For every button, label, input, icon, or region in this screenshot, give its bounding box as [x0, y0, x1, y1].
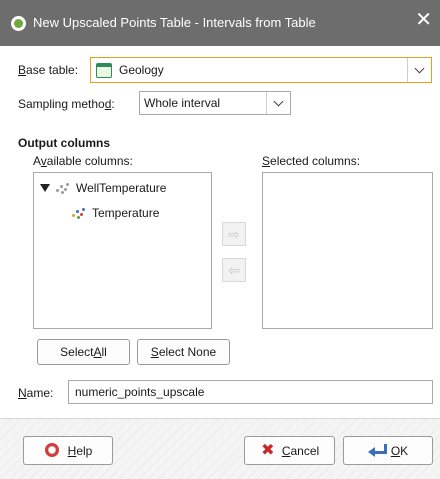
name-field-value: numeric_points_upscale — [75, 385, 205, 399]
table-icon — [96, 62, 112, 78]
selected-columns-list[interactable] — [262, 172, 433, 329]
chevron-down-icon — [414, 63, 425, 73]
available-columns-label: Available columns: — [33, 154, 133, 168]
select-none-button[interactable]: Select None — [137, 339, 230, 365]
available-columns-list[interactable]: WellTemperature Temperature — [33, 172, 212, 329]
window-title: New Upscaled Points Table - Intervals fr… — [33, 15, 316, 30]
title-bar: New Upscaled Points Table - Intervals fr… — [0, 0, 440, 46]
numeric-points-icon — [72, 207, 86, 219]
sampling-method-label: Sampling method: — [18, 97, 115, 111]
base-table-select[interactable]: Geology — [90, 57, 432, 83]
name-label: Name: — [18, 386, 54, 400]
points-icon — [56, 182, 70, 194]
select-all-button[interactable]: Select All — [37, 339, 130, 365]
tree-item-welltemperature[interactable]: WellTemperature — [40, 181, 166, 195]
add-column-button[interactable]: ⇨ — [222, 222, 246, 246]
output-columns-title: Output columns — [18, 136, 110, 150]
app-logo-icon — [11, 16, 26, 31]
name-field[interactable]: numeric_points_upscale — [68, 380, 433, 404]
arrow-right-icon: ⇨ — [228, 225, 240, 242]
base-table-label: Base table: — [18, 63, 79, 77]
sampling-method-select[interactable]: Whole interval — [139, 91, 291, 115]
sampling-method-dropdown-button[interactable] — [266, 92, 290, 114]
sampling-method-value: Whole interval — [144, 96, 221, 110]
cancel-icon: ✖ — [261, 441, 275, 459]
base-table-dropdown-button[interactable] — [407, 58, 431, 82]
chevron-down-icon — [273, 96, 284, 106]
tree-item-label: WellTemperature — [76, 181, 167, 195]
ok-icon — [367, 443, 387, 458]
ok-button[interactable]: OK — [343, 436, 433, 465]
help-button[interactable]: Help — [23, 436, 113, 465]
expand-triangle-icon[interactable] — [40, 184, 50, 192]
tree-item-temperature[interactable]: Temperature — [72, 206, 159, 220]
arrow-left-icon: ⇦ — [228, 261, 240, 278]
tree-item-label: Temperature — [92, 206, 160, 220]
remove-column-button[interactable]: ⇦ — [222, 258, 246, 282]
help-icon — [44, 442, 62, 459]
close-icon[interactable]: ✕ — [415, 10, 432, 30]
selected-columns-label: Selected columns: — [262, 154, 361, 168]
base-table-value: Geology — [119, 63, 164, 77]
cancel-button[interactable]: ✖ Cancel — [244, 436, 335, 465]
